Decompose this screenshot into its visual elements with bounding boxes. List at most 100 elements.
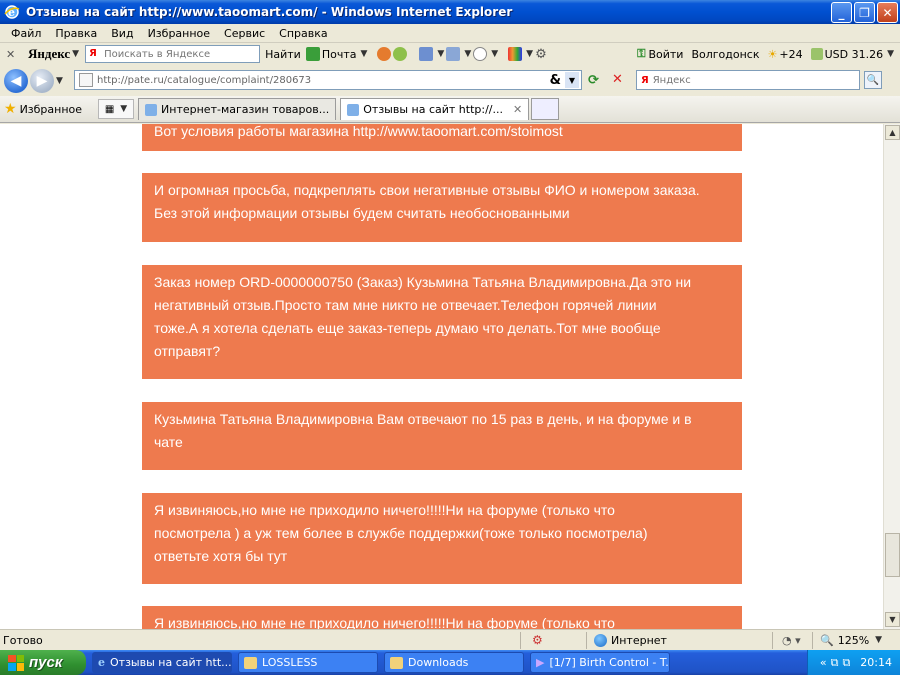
yandex-icon: Я [89,48,97,59]
menu-favorites[interactable]: Избранное [141,27,217,40]
chevron-down-icon: ▼ [360,49,368,59]
menu-view[interactable]: Вид [104,27,140,40]
tab-title: Отзывы на сайт http://... [363,103,503,116]
refresh-icon[interactable]: ⟳ [588,73,604,89]
comment-block: Заказ номер ORD-0000000750 (Заказ) Кузьм… [142,265,742,379]
translate-icon[interactable] [419,47,434,61]
search-box[interactable]: Я [636,70,860,90]
stop-icon[interactable]: ✕ [612,72,628,88]
menu-help[interactable]: Справка [272,27,334,40]
address-field[interactable]: & ▼ [74,70,582,90]
back-button[interactable]: ◀ [4,68,28,93]
zoom-icon: 🔍 [820,633,834,647]
currency-label: USD 31.26 [824,47,884,61]
protected-mode-icon[interactable]: ◔ ▾ [782,634,801,647]
quick-tabs-button[interactable]: ▦ ▼ [98,99,135,119]
comment-block: Вот условия работы магазина http://www.t… [142,124,742,151]
close-toolbar-icon[interactable]: ✕ [6,48,20,61]
network-icon[interactable]: ⧉ [831,656,839,670]
chevron-down-icon[interactable]: ▼ [491,49,498,59]
yandex-search-input[interactable] [104,48,245,60]
tray-arrow-icon[interactable]: « [820,656,827,669]
zoom-control[interactable]: 🔍 125% ▼ [820,634,882,647]
folder-icon [244,656,257,669]
ie-icon: e [98,656,105,669]
favorites-button[interactable]: ★ Избранное [4,101,82,117]
scroll-up-button[interactable]: ▲ [885,125,900,140]
forward-button[interactable]: ▶ [30,68,54,93]
chevron-down-icon[interactable]: ▼ [464,49,471,59]
menu-tools[interactable]: Сервис [217,27,272,40]
close-tab-icon[interactable]: ✕ [513,103,522,116]
compatibility-icon[interactable]: & [550,73,561,88]
menu-file[interactable]: Файл [4,27,48,40]
menu-bar: Файл Правка Вид Избранное Сервис Справка [0,24,900,43]
mail-label: Почта [321,47,357,61]
color-picker-icon[interactable] [508,47,523,61]
vertical-scrollbar[interactable]: ▲ ▼ [883,124,900,629]
weather-widget[interactable]: ☀ +24 [767,48,802,61]
tab-shop[interactable]: Интернет-магазин товаров... [138,98,337,120]
address-toolbar: ◀ ▶ ▼ & ▼ ⟳ ✕ Я 🔍 [0,65,900,96]
task-label: LOSSLESS [262,656,318,669]
zoom-level: 125% [837,633,870,647]
status-text: Готово [3,633,43,647]
addon-icon[interactable] [393,47,408,61]
toolbar-icons: ▼ ▼ ▼ ▼ ⚙ [377,47,547,62]
start-button[interactable]: пуск [0,650,86,675]
find-button[interactable]: Найти [265,48,301,61]
tabs-bar: ★ Избранное ▦ ▼ Интернет-магазин товаров… [0,96,900,123]
login-label: Войти [648,47,684,61]
ie-page-icon [145,103,158,116]
mail-icon [305,47,320,61]
chevron-down-icon: ▼ [120,104,128,114]
network-icon-2[interactable]: ⧉ [842,656,850,670]
mail-button[interactable]: Почта ▼ [305,47,368,61]
windows-flag-icon [8,654,24,671]
tab-title: Интернет-магазин товаров... [161,103,330,116]
scroll-down-button[interactable]: ▼ [885,612,900,627]
url-dropdown-icon[interactable]: ▼ [565,72,579,88]
new-tab-button[interactable] [531,98,560,120]
search-icon: 🔍 [866,74,880,86]
login-button[interactable]: ⚿ Войти [637,47,683,61]
city-label[interactable]: Волгодонск [691,48,759,61]
history-dropdown[interactable]: ▼ [56,76,63,86]
yandex-logo[interactable]: Яндекс [28,46,70,62]
scrollbar-thumb[interactable] [885,533,900,577]
currency-icon [810,48,823,60]
currency-widget[interactable]: USD 31.26 ▼ [810,47,894,61]
gear-icon[interactable]: ⚙ [535,47,547,62]
close-window-button[interactable]: ✕ [877,2,898,23]
window-title: Отзывы на сайт http://www.taoomart.com/ … [26,5,513,19]
popup-blocker-icon[interactable]: ⚙ [532,633,543,647]
status-divider [772,632,773,649]
search-go-button[interactable]: 🔍 [864,71,882,89]
chevron-down-icon[interactable]: ▼ [72,49,79,59]
taskbar-item-downloads[interactable]: Downloads [384,652,524,673]
grid-icon[interactable] [446,47,461,61]
url-input[interactable] [97,74,537,86]
chevron-down-icon[interactable]: ▼ [526,49,533,59]
window-titlebar: e Отзывы на сайт http://www.taoomart.com… [0,0,900,24]
minimize-button[interactable]: _ [831,2,852,23]
tab-reviews[interactable]: Отзывы на сайт http://... ✕ [340,98,530,120]
chevron-down-icon: ▼ [887,49,894,59]
search-input[interactable] [652,74,843,86]
menu-edit[interactable]: Правка [48,27,104,40]
taskbar-item-lossless[interactable]: LOSSLESS [238,652,378,673]
taskbar-item-player[interactable]: ▶ [1/7] Birth Control - T... [530,652,670,673]
zone-label: Интернет [611,633,667,647]
chat-icon[interactable] [473,47,488,61]
chevron-down-icon[interactable]: ▼ [437,49,444,59]
comment-line: посмотрела ) а уж тем более в службе под… [154,525,648,541]
clock[interactable]: 20:14 [860,656,892,669]
bookmark-icon[interactable] [377,47,392,61]
key-icon: ⚿ [637,47,646,60]
yandex-search-box[interactable]: Я [85,45,261,63]
restore-button[interactable]: ❐ [854,2,875,23]
comment-block: И огромная просьба, подкреплять свои нег… [142,173,742,242]
comment-line: тоже.А я хотела сделать еще заказ-теперь… [154,320,661,336]
weather-label: +24 [779,47,803,61]
taskbar-item-ie[interactable]: e Отзывы на сайт htt... [92,652,232,673]
